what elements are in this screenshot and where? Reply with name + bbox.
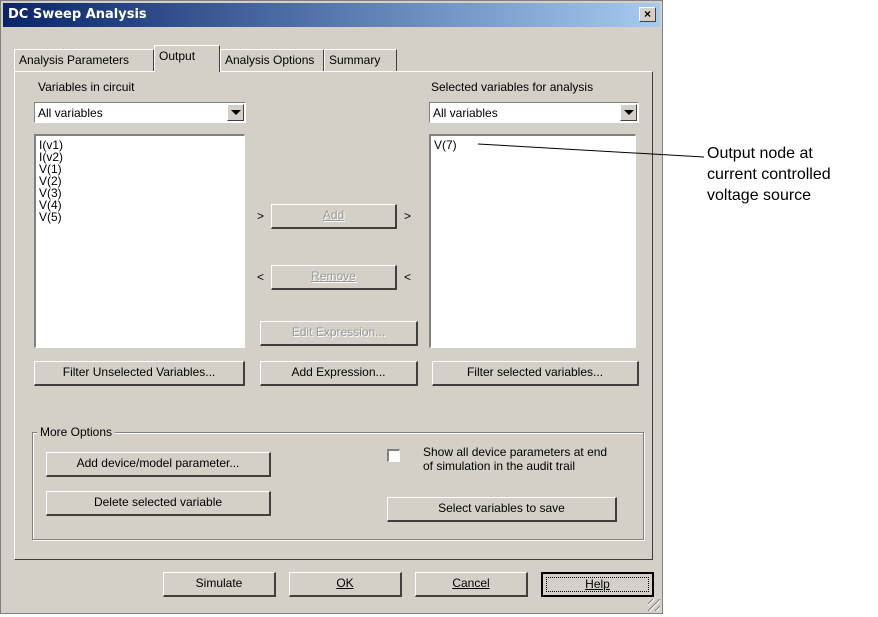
show-device-params-label-line1: Show all device parameters at end <box>423 445 608 459</box>
cancel-button[interactable]: Cancel <box>415 572 528 597</box>
left-filter-value: All variables <box>38 106 103 120</box>
arrow-right-icon: > <box>257 209 265 223</box>
focus-rect <box>546 577 649 592</box>
left-filter-select[interactable]: All variables <box>34 102 246 123</box>
filter-unselected-button[interactable]: Filter Unselected Variables... <box>34 361 245 386</box>
remove-button-label: Remove <box>311 269 356 283</box>
selected-variables-list[interactable]: V(7) <box>429 134 636 348</box>
tab-label: Analysis Parameters <box>19 53 130 67</box>
add-button[interactable]: Add <box>271 204 397 229</box>
tab-label: Output <box>159 49 196 63</box>
add-button-label: Add <box>322 208 345 222</box>
ok-button[interactable]: OK <box>289 572 402 597</box>
tab-summary[interactable]: Summary <box>324 49 397 71</box>
show-device-params-checkbox[interactable] <box>387 449 400 462</box>
tab-label: Analysis Options <box>225 53 315 67</box>
right-filter-select[interactable]: All variables <box>429 102 639 123</box>
selected-variables-label: Selected variables for analysis <box>431 80 594 94</box>
variables-in-circuit-list[interactable]: I(v1) I(v2) V(1) V(2) V(3) V(4) V(5) <box>34 134 245 348</box>
tab-label: Summary <box>329 53 381 67</box>
ok-button-label: OK <box>336 576 354 590</box>
list-item[interactable]: V(3) <box>39 187 241 199</box>
cancel-button-label: Cancel <box>452 576 490 590</box>
window-title: DC Sweep Analysis <box>8 7 147 22</box>
tab-output[interactable]: Output <box>154 45 220 72</box>
add-device-parameter-button[interactable]: Add device/model parameter... <box>46 452 271 477</box>
annotation-line: Output node at <box>707 145 813 162</box>
right-filter-value: All variables <box>433 106 498 120</box>
list-item[interactable]: V(7) <box>434 139 632 151</box>
list-item[interactable]: V(2) <box>39 175 241 187</box>
close-icon: × <box>643 7 651 21</box>
remove-button[interactable]: Remove <box>271 265 397 290</box>
more-options-title: More Options <box>37 425 116 439</box>
tab-analysis-options[interactable]: Analysis Options <box>220 49 324 71</box>
list-item[interactable]: V(1) <box>39 163 241 175</box>
tab-analysis-parameters[interactable]: Analysis Parameters <box>14 49 154 71</box>
list-item[interactable]: I(v1) <box>39 139 241 151</box>
arrow-right-icon: > <box>404 209 412 223</box>
close-button[interactable]: × <box>639 7 656 22</box>
list-item[interactable]: I(v2) <box>39 151 241 163</box>
list-item[interactable]: V(4) <box>39 199 241 211</box>
annotation-line: current controlled <box>707 166 831 183</box>
edit-expression-button[interactable]: Edit Expression... <box>260 321 418 346</box>
list-item[interactable]: V(5) <box>39 211 241 223</box>
simulate-button[interactable]: Simulate <box>163 572 276 597</box>
show-device-params-label-line2: of simulation in the audit trail <box>423 459 576 473</box>
variables-in-circuit-label: Variables in circuit <box>38 80 135 94</box>
delete-selected-variable-button[interactable]: Delete selected variable <box>46 491 271 516</box>
arrow-left-icon: < <box>257 270 265 284</box>
annotation-line: voltage source <box>707 187 812 204</box>
help-button[interactable]: Help <box>541 572 654 597</box>
chevron-down-icon[interactable] <box>620 104 637 121</box>
add-expression-button[interactable]: Add Expression... <box>260 361 418 386</box>
title-bar[interactable]: DC Sweep Analysis × <box>3 3 660 27</box>
arrow-left-icon: < <box>404 270 412 284</box>
output-node-annotation: Output node at current controlled voltag… <box>707 143 831 206</box>
dc-sweep-dialog: DC Sweep Analysis × Analysis Parameters … <box>0 0 663 614</box>
filter-selected-button[interactable]: Filter selected variables... <box>432 361 639 386</box>
chevron-down-icon[interactable] <box>227 104 244 121</box>
select-variables-to-save-button[interactable]: Select variables to save <box>387 497 617 522</box>
resize-grip-icon[interactable] <box>648 599 660 611</box>
